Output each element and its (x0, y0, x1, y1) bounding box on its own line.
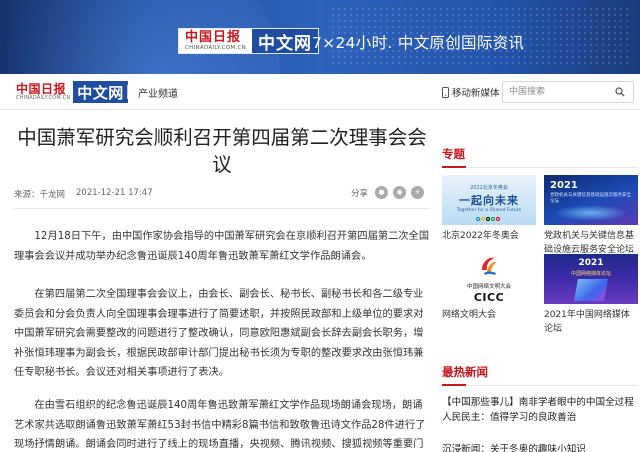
article-meta: 来源：千龙网 2021-12-21 17:47 分享 ● ◉ + (14, 186, 430, 202)
site-logo-zhongwen: 中文网 (73, 81, 128, 103)
olympic-image-slogan: 一起向未来 (459, 194, 519, 207)
header-accent-bar (442, 166, 466, 168)
cicc-image-cn: 中国网络文明大会 (466, 284, 511, 290)
banner-logo: 中国日报 CHINADAILY.COM.CN 中文网 (178, 28, 320, 54)
banner-logo-zhongwen: 中文网 (252, 29, 319, 54)
topic-card-internet-civilization[interactable]: 中国网络文明大会 CICC 网络文明大会 (442, 254, 536, 322)
topic-image-cloud-security-forum: 2021 党政机关与关键信息基础设施云服务安全论坛 (544, 175, 638, 225)
wechat-icon[interactable]: ● (375, 186, 388, 199)
banner-slogan: 7×24小时. 中文原创国际资讯 (312, 34, 525, 52)
topic-image-media-forum: 2021 中国网络媒体论坛 (544, 254, 638, 304)
topic-card-winter-olympics[interactable]: 2022北京冬奥会 一起向未来 Together for a Shared Fu… (442, 175, 536, 243)
banner-logo-cn: 中国日报 (185, 29, 242, 45)
search-box (502, 81, 634, 103)
meta-divider (14, 208, 430, 209)
site-nav: 中国日报 CHINADAILY.COM.CN 中文网 产业频道 移动新媒体 (0, 74, 640, 110)
olympic-image-en: Together for a Shared Future (456, 208, 522, 213)
topic-card-media-forum[interactable]: 2021 中国网络媒体论坛 2021年中国网络媒体论坛 (544, 254, 638, 336)
nav-channel-link[interactable]: 产业频道 (138, 85, 178, 100)
cicc-logo-icon (482, 257, 497, 275)
banner-logo-chinadaily: 中国日报 CHINADAILY.COM.CN (179, 29, 253, 53)
olympic-rings-icon (476, 217, 500, 221)
special-topics-header: 专题 (442, 146, 638, 168)
header-accent-bar (442, 384, 466, 386)
site-logo-cn: 中国日报 (16, 81, 67, 96)
article-paragraph: 12月18日下午，由中国作家协会指导的中国萧军研究会在京顺利召开第四届第二次全国… (14, 231, 430, 262)
hot-news-item[interactable]: 【中国那些事儿】南非学者眼中的中国全过程人民民主：值得学习的良政善治 (442, 395, 638, 425)
hot-news-item[interactable]: 沉浸新闻：关于冬奥的趣味小知识 (442, 442, 638, 452)
search-input[interactable] (509, 84, 609, 100)
cicc-image-abbr: CICC (473, 291, 505, 304)
special-topics-title: 专题 (442, 147, 465, 161)
nav-divider (127, 85, 128, 99)
mobile-media-label: 移动新媒体 (452, 88, 500, 99)
plus-icon[interactable]: + (411, 186, 424, 199)
forum-image-glow (554, 205, 628, 221)
topic-card-cloud-security-forum[interactable]: 2021 党政机关与关键信息基础设施云服务安全论坛 党政机关与关键信息基础设施云… (544, 175, 638, 257)
hot-news-header: 最热新闻 (442, 364, 638, 386)
site-logo[interactable]: 中国日报 CHINADAILY.COM.CN 中文网 (16, 81, 128, 103)
forum-image-line: 党政机关与关键信息基础设施云服务安全论坛 (550, 193, 631, 204)
topic-caption: 网络文明大会 (442, 310, 497, 320)
topic-caption: 党政机关与关键信息基础设施云服务安全论坛 (544, 231, 635, 255)
topic-image-internet-civilization: 中国网络文明大会 CICC (442, 254, 536, 304)
article-source: 来源：千龙网 (14, 190, 66, 200)
mobile-media-link[interactable]: 移动新媒体 (442, 85, 500, 99)
weibo-icon[interactable]: ◉ (393, 186, 406, 199)
top-banner[interactable]: 中国日报 CHINADAILY.COM.CN 中文网 7×24小时. 中文原创国… (0, 0, 640, 74)
article-paragraph: 在第四届第二次全国理事会会议上，由会长、副会长、秘书长、副秘书长和各二级专业委员… (14, 289, 424, 378)
media-forum-image-graphic (574, 279, 608, 301)
media-forum-image-year: 2021 (578, 258, 604, 268)
article-time: 2021-12-21 17:47 (76, 188, 153, 198)
topic-caption: 2021年中国网络媒体论坛 (544, 310, 630, 334)
olympic-image-small: 2022北京冬奥会 (470, 185, 508, 191)
banner-logo-en: CHINADAILY.COM.CN (185, 44, 247, 51)
search-icon[interactable] (615, 87, 625, 97)
media-forum-image-line: 中国网络媒体论坛 (570, 271, 611, 277)
forum-image-year: 2021 (550, 180, 578, 191)
site-logo-chinadaily: 中国日报 CHINADAILY.COM.CN (16, 81, 73, 103)
site-logo-en: CHINADAILY.COM.CN (16, 94, 71, 101)
phone-icon (442, 86, 449, 98)
share-bar: 分享 ● ◉ + (351, 186, 424, 199)
share-label: 分享 (350, 188, 368, 199)
hot-news-title: 最热新闻 (442, 365, 488, 379)
article-paragraph: 在由雪石组织的纪念鲁迅诞辰140周年鲁迅致萧军萧红文学作品现场朗诵会现场，朗诵艺… (14, 400, 426, 450)
topic-caption: 北京2022年冬奥会 (442, 231, 519, 241)
article-title: 中国萧军研究会顺利召开第四届第二次理事会会议 (17, 126, 427, 176)
topic-image-winter-olympics: 2022北京冬奥会 一起向未来 Together for a Shared Fu… (442, 175, 536, 225)
